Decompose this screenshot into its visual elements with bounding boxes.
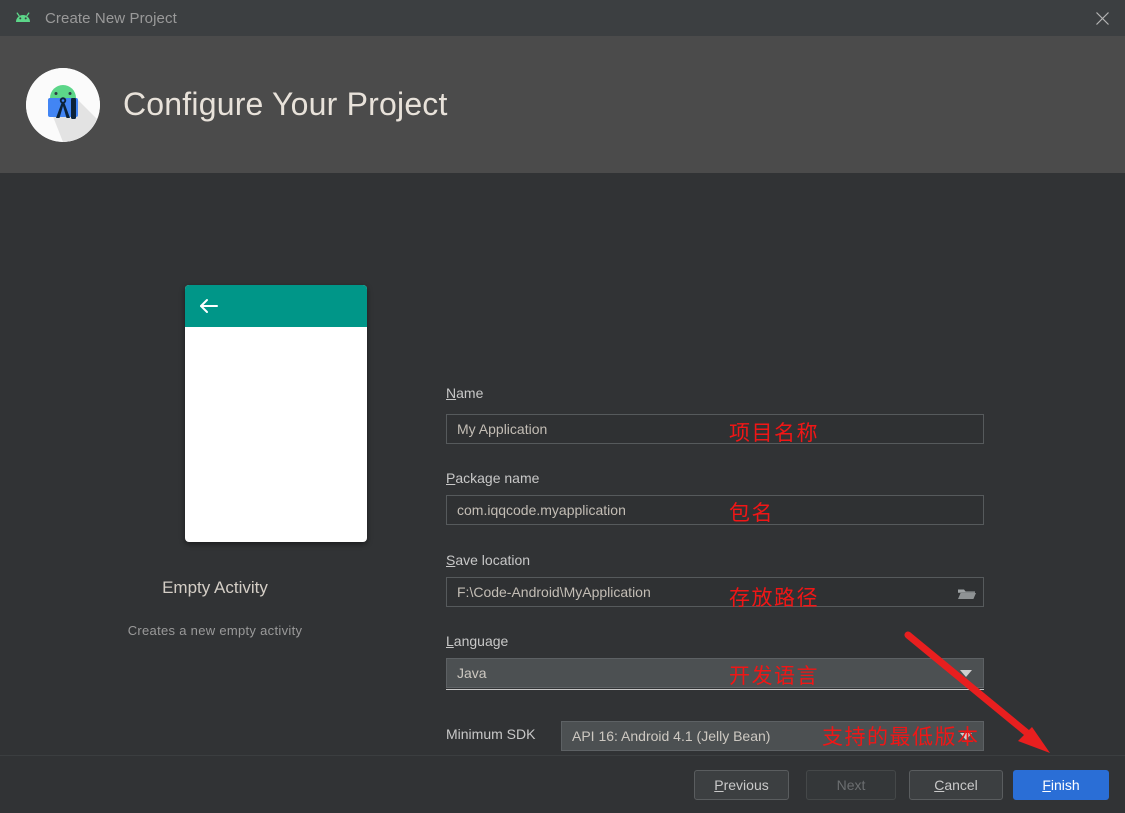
chevron-down-icon [960, 670, 972, 677]
activity-description-label: Creates a new empty activity [127, 623, 303, 638]
activity-name-label: Empty Activity [162, 578, 268, 597]
back-arrow-icon [200, 299, 218, 313]
language-select[interactable]: Java [446, 658, 984, 688]
previous-button[interactable]: Previous [694, 770, 789, 800]
android-head-icon [13, 11, 33, 25]
next-button: Next [806, 770, 896, 800]
wizard-header: Configure Your Project [0, 36, 1125, 173]
language-label: Language [446, 633, 509, 649]
name-label: Name [446, 385, 484, 401]
package-name-input-value: com.iqqcode.myapplication [457, 502, 626, 518]
window-title: Create New Project [45, 9, 177, 27]
language-select-value: Java [457, 665, 487, 681]
folder-icon[interactable] [949, 578, 983, 608]
form-scrollbar-track[interactable] [1081, 173, 1091, 755]
preview-appbar [185, 285, 367, 327]
package-name-label: Package name [446, 470, 540, 486]
save-location-input-value: F:\Code-Android\MyApplication [457, 584, 651, 600]
cancel-button[interactable]: Cancel [909, 770, 1003, 800]
activity-preview-pane: Empty Activity Creates a new empty activ… [0, 173, 430, 755]
window-titlebar: Create New Project [0, 0, 1125, 36]
wizard-content: Empty Activity Creates a new empty activ… [0, 173, 1125, 755]
minimum-sdk-select-value: API 16: Android 4.1 (Jelly Bean) [572, 728, 771, 744]
activity-preview-image [185, 285, 367, 542]
save-location-label: Save location [446, 552, 531, 568]
chevron-down-icon [960, 733, 972, 740]
android-studio-logo [26, 67, 100, 142]
package-name-input[interactable]: com.iqqcode.myapplication [446, 495, 984, 525]
close-icon[interactable] [1079, 0, 1125, 36]
language-underline [446, 689, 984, 690]
wizard-footer: Previous Next Cancel Finish [0, 755, 1125, 813]
page-title: Configure Your Project [123, 86, 448, 122]
name-input[interactable]: My Application [446, 414, 984, 444]
finish-button[interactable]: Finish [1013, 770, 1109, 800]
minimum-sdk-label: Minimum SDK [446, 726, 536, 742]
name-input-value: My Application [457, 421, 548, 437]
save-location-input[interactable]: F:\Code-Android\MyApplication [446, 577, 984, 607]
minimum-sdk-select[interactable]: API 16: Android 4.1 (Jelly Bean) [561, 721, 984, 751]
